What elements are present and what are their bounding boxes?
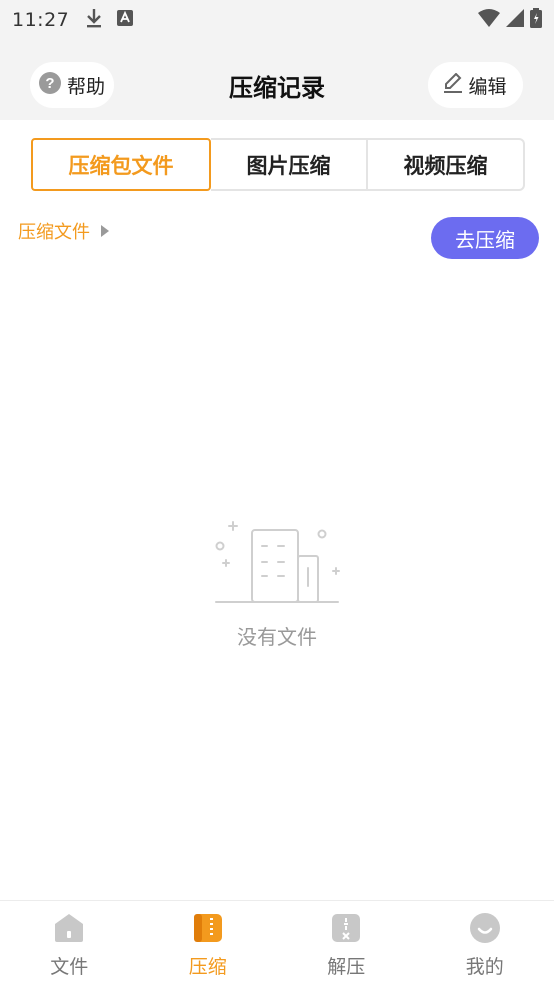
app-header: ? 帮助 压缩记录 编辑 [0,40,554,120]
home-icon [54,913,84,948]
caret-right-icon [100,221,110,242]
tab-image-compress[interactable]: 图片压缩 [211,138,368,191]
tab-video-compress[interactable]: 视频压缩 [368,138,525,191]
bottom-navigation: 文件 压缩 解压 我的 [0,900,554,984]
edit-button[interactable]: 编辑 [428,62,523,108]
nav-item-unzip[interactable]: 解压 [277,901,416,984]
empty-buildings-illustration [210,512,344,612]
compress-icon [193,913,223,948]
app-notification-icon [117,10,134,30]
edit-label: 编辑 [468,75,507,98]
nav-item-profile[interactable]: 我的 [416,901,554,984]
download-icon [85,7,103,33]
nav-label-profile: 我的 [465,956,504,978]
breadcrumb-label: 压缩文件 [18,222,90,243]
nav-label-files: 文件 [50,956,89,978]
unzip-icon [331,913,361,948]
wifi-icon [478,9,500,31]
go-compress-button[interactable]: 去压缩 [431,217,539,259]
pencil-icon [444,72,463,98]
status-time: 11:27 [12,9,70,31]
empty-state-text: 没有文件 [237,625,317,649]
signal-icon [506,9,524,31]
nav-label-compress: 压缩 [188,956,227,978]
profile-icon [469,913,500,948]
battery-icon [530,8,542,32]
compress-type-tabs: 压缩包文件 图片压缩 视频压缩 [31,138,525,191]
nav-label-unzip: 解压 [327,956,366,978]
status-left-icons [85,7,134,33]
status-bar: 11:27 [0,0,554,40]
nav-item-files[interactable]: 文件 [0,901,139,984]
breadcrumb[interactable]: 压缩文件 [18,218,110,244]
tab-archive-files[interactable]: 压缩包文件 [31,138,211,191]
status-right-icons [478,8,542,32]
nav-item-compress[interactable]: 压缩 [139,901,278,984]
